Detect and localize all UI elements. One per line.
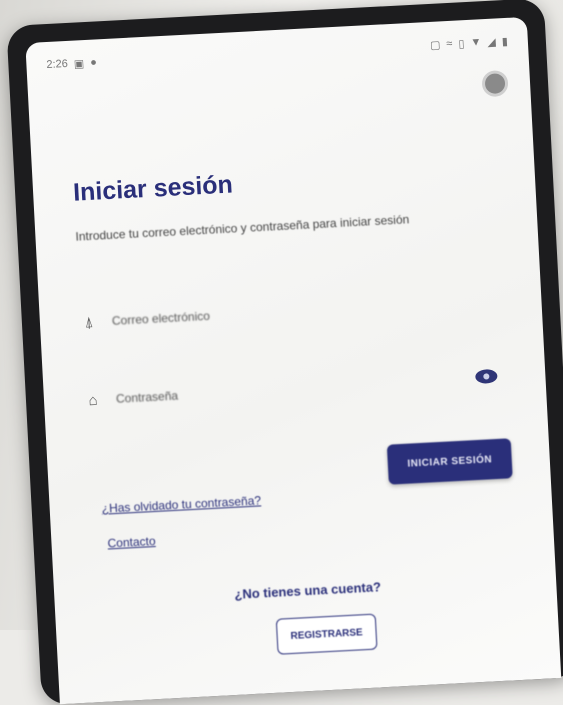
password-field[interactable]: ⌂ Contraseña: [83, 359, 505, 421]
record-icon: ●: [89, 56, 98, 69]
register-button[interactable]: REGISTRARSE: [275, 613, 378, 655]
wifi-icon: ▼: [470, 36, 482, 49]
status-bar-right: ▢ ≈ ▯ ▼ ◢ ▮: [429, 34, 509, 52]
forgot-password-link[interactable]: ¿Has olvidado tu contraseña?: [101, 493, 261, 515]
settings-gear-icon[interactable]: [481, 69, 509, 98]
login-subtitle: Introduce tu correo electrónico y contra…: [75, 212, 410, 244]
phone-device: 2:26 ▣ ● ▢ ≈ ▯ ▼ ◢ ▮ Iniciar sesión Intr…: [6, 0, 563, 705]
page-title: Iniciar sesión: [72, 170, 234, 207]
phone-screen: 2:26 ▣ ● ▢ ≈ ▯ ▼ ◢ ▮ Iniciar sesión Intr…: [25, 16, 562, 705]
status-bar: 2:26 ▣ ● ▢ ≈ ▯ ▼ ◢ ▮: [46, 32, 508, 74]
email-field[interactable]: ⍋ Correo electrónico: [79, 281, 501, 343]
lock-icon: ⌂: [88, 391, 99, 409]
cast-icon: ▢: [429, 38, 441, 52]
status-bar-left: 2:26 ▣ ●: [46, 56, 97, 72]
show-password-eye-icon[interactable]: [475, 368, 498, 385]
signal-icon: ◢: [487, 35, 497, 49]
password-placeholder: Contraseña: [115, 388, 179, 406]
no-account-text: ¿No tienes una cuenta?: [234, 579, 382, 602]
login-button[interactable]: INICIAR SESIÓN: [386, 438, 513, 485]
user-icon: ⍋: [84, 313, 94, 331]
contact-link[interactable]: Contacto: [107, 534, 156, 550]
status-time: 2:26: [46, 57, 69, 72]
nfc-icon: ≈: [446, 37, 453, 51]
battery-icon: ▮: [501, 35, 509, 48]
email-placeholder: Correo electrónico: [111, 308, 211, 328]
notification-icon: ▣: [73, 57, 85, 71]
vibrate-icon: ▯: [458, 37, 465, 50]
